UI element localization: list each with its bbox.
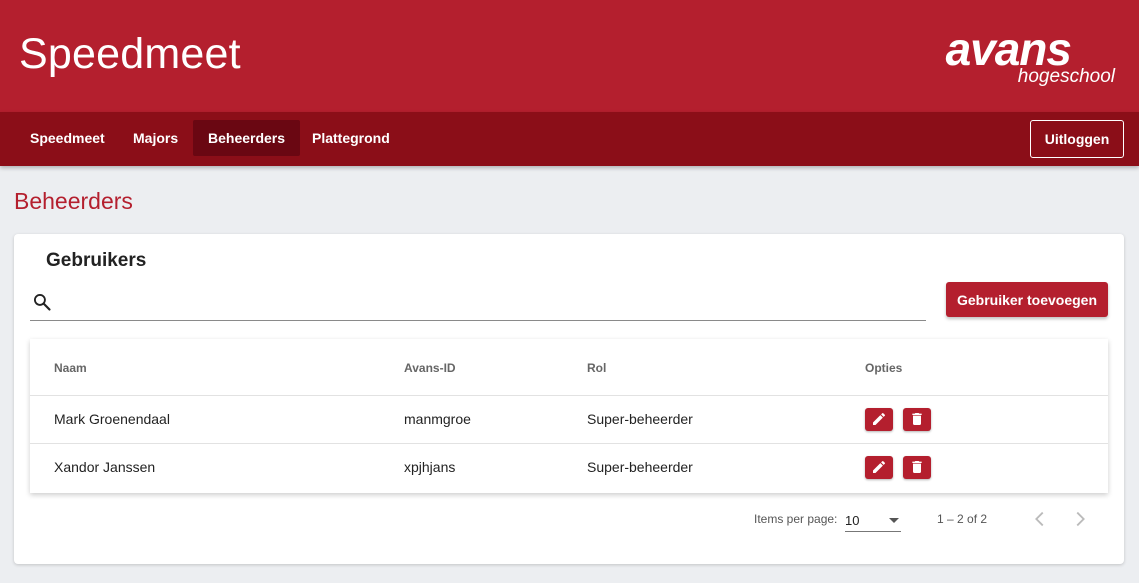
- edit-button[interactable]: [865, 456, 893, 479]
- logout-button[interactable]: Uitloggen: [1030, 120, 1124, 158]
- search-input[interactable]: [60, 290, 920, 314]
- cell-role: Super-beheerder: [587, 459, 693, 475]
- avans-logo: avans hogeschool: [915, 23, 1115, 92]
- column-header-rol[interactable]: Rol: [587, 361, 606, 375]
- column-header-naam[interactable]: Naam: [54, 361, 87, 375]
- cell-name: Xandor Janssen: [54, 459, 156, 475]
- dropdown-caret-icon: [889, 518, 899, 523]
- table-row: Xandor Janssen xpjhjans Super-beheerder: [30, 443, 1108, 491]
- cell-avans-id: manmgroe: [404, 411, 471, 427]
- search-icon: [34, 294, 51, 311]
- users-table: Naam Avans-ID Rol Opties Mark Groenendaa…: [30, 339, 1108, 493]
- edit-button[interactable]: [865, 408, 893, 431]
- delete-button[interactable]: [903, 408, 931, 431]
- nav-item-beheerders[interactable]: Beheerders: [193, 120, 301, 156]
- logo-sub-text: hogeschool: [1017, 66, 1115, 87]
- nav-item-majors[interactable]: Majors: [118, 120, 193, 156]
- card-title: Gebruikers: [46, 250, 147, 271]
- main-nav: Speedmeet Majors Beheerders Plattegrond …: [0, 112, 1139, 166]
- page-size-select[interactable]: 10: [845, 508, 901, 532]
- edit-icon: [873, 412, 886, 425]
- add-user-button[interactable]: Gebruiker toevoegen: [946, 282, 1108, 317]
- nav-item-speedmeet[interactable]: Speedmeet: [15, 120, 120, 156]
- delete-button[interactable]: [903, 456, 931, 479]
- page-size-value: 10: [845, 513, 860, 528]
- next-page-icon[interactable]: [1069, 508, 1091, 530]
- delete-icon: [912, 413, 922, 425]
- app-header: Speedmeet avans hogeschool: [0, 0, 1139, 112]
- page-title: Beheerders: [14, 188, 133, 214]
- edit-icon: [873, 460, 886, 473]
- users-card: Gebruikers Gebruiker toevoegen Naam Avan…: [14, 234, 1124, 564]
- cell-role: Super-beheerder: [587, 411, 693, 427]
- nav-item-plattegrond[interactable]: Plattegrond: [297, 120, 405, 156]
- previous-page-icon[interactable]: [1029, 508, 1051, 530]
- page-range-label: 1 – 2 of 2: [937, 512, 988, 526]
- cell-avans-id: xpjhjans: [404, 459, 456, 475]
- delete-icon: [912, 461, 922, 473]
- paginator: Items per page: 10 1 – 2 of 2: [14, 504, 1124, 534]
- column-header-opties: Opties: [865, 361, 903, 375]
- app-title: Speedmeet: [19, 30, 241, 78]
- column-header-avans-id[interactable]: Avans-ID: [404, 361, 456, 375]
- cell-name: Mark Groenendaal: [54, 411, 170, 427]
- table-row: Mark Groenendaal manmgroe Super-beheerde…: [30, 395, 1108, 443]
- items-per-page-label: Items per page:: [754, 512, 838, 526]
- search-field[interactable]: [30, 282, 926, 321]
